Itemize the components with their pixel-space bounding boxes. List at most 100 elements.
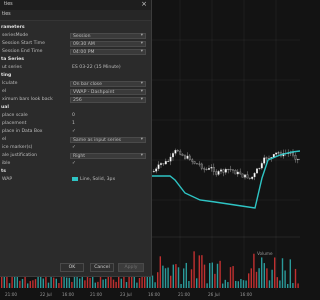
candle-body [174,150,177,154]
x-axis-tick-label: 21:00 [90,292,103,297]
property-value[interactable]: ES 03-22 (15 Minute) [72,65,121,70]
property-row[interactable]: placement 1 [0,120,151,128]
candle-body [251,176,254,179]
volume-bar [27,283,29,288]
property-dropdown[interactable]: Right ▾ [70,152,146,159]
property-row[interactable]: place in Data Box ✓ [0,128,151,136]
volume-bar [216,263,219,288]
property-row[interactable]: ice marker(s) ✓ [0,144,151,152]
chevron-down-icon[interactable]: ▾ [141,97,143,102]
ok-button[interactable]: OK [60,263,84,272]
candle-body [227,168,230,170]
chevron-down-icon[interactable]: ▾ [141,49,143,54]
candle-body [196,163,198,165]
close-icon[interactable]: × [141,0,147,8]
candle-body [234,170,237,175]
candle-body [263,157,266,164]
candle-body [241,173,244,178]
x-axis-tick-label: 21:00 [5,292,18,297]
volume-panel-label: Volume [257,251,273,256]
volume-bar [258,268,260,288]
volume-bar [21,278,24,288]
apply-button[interactable]: Apply [118,263,144,272]
indicator-properties-dialog[interactable]: ties × ties rameters seriesMode Session ▾ Se… [0,0,152,277]
volume-bar [76,275,78,288]
volume-bar [266,268,268,288]
volume-bar [237,281,239,288]
properties-grid[interactable]: rameters seriesMode Session ▾ Session Start … [0,24,151,184]
candle-body [200,163,203,169]
candle-body [217,171,220,175]
candle-body [212,167,215,172]
x-axis-tick-label: 26 Jul [208,292,220,297]
property-row[interactable]: lculate On bar close ▾ [0,80,151,88]
property-row[interactable]: el Same as input series ▾ [0,136,151,144]
property-value[interactable]: ✓ [72,161,76,166]
chevron-down-icon[interactable]: ▾ [141,137,143,142]
property-dropdown[interactable]: On bar close ▾ [70,80,146,87]
candle-body [244,174,246,178]
property-dropdown[interactable]: Session ▾ [70,32,146,39]
volume-bar [102,279,104,288]
cancel-button[interactable]: Cancel [90,263,114,272]
property-row[interactable]: Session End Time 04:00 PM ▾ [0,48,151,56]
candle-body [275,152,278,155]
volume-bar [42,278,44,288]
property-row[interactable]: ible ✓ [0,160,151,168]
property-label: Session Start Time [2,41,45,46]
volume-bar [294,268,297,288]
volume-bar [263,263,265,288]
property-row[interactable]: WAP Line, Solid, 3px [0,176,151,184]
property-dropdown[interactable]: Same as input series ▾ [70,136,146,143]
candle-body [179,150,182,155]
property-value[interactable]: 1 [72,121,75,126]
property-label: el [2,89,7,94]
volume-bar [229,267,232,288]
candle-body [239,171,242,175]
property-row[interactable]: ut series ES 03-22 (15 Minute) [0,64,151,72]
chevron-down-icon[interactable]: ▾ [141,81,143,86]
candle-body [258,167,261,169]
volume-bar [284,270,286,288]
volume-bar [222,283,224,288]
property-row[interactable]: ximum bars look back 256 ▾ [0,96,151,104]
chevron-down-icon[interactable]: ▾ [141,89,143,94]
property-value[interactable]: ✓ [72,145,76,150]
volume-bar [261,257,263,288]
volume-bar [211,262,213,288]
property-row[interactable]: ale justification Right ▾ [0,152,151,160]
candle-body [184,155,186,159]
volume-bar [227,282,229,288]
x-axis-tick-label: 22 Jul [40,292,52,297]
volume-bar [240,278,242,288]
property-dropdown[interactable]: 256 ▾ [70,96,146,103]
volume-bar [242,280,245,288]
property-row[interactable]: Session Start Time 09:30 AM ▾ [0,40,151,48]
property-value[interactable]: 0 [72,113,75,118]
color-swatch[interactable] [72,177,78,181]
volume-bar [138,277,141,288]
property-row[interactable]: seriesMode Session ▾ [0,32,151,40]
chevron-down-icon[interactable]: ▾ [141,41,143,46]
volume-bar [287,283,289,288]
property-row[interactable]: place scale 0 [0,112,151,120]
volume-bar [60,276,63,288]
volume-bar [167,267,169,288]
property-value: Line, Solid, 3px [80,177,116,182]
x-axis-tick-label: 23 Jul [120,292,132,297]
properties-header: ties [0,10,151,21]
property-label: place in Data Box [2,129,43,134]
property-row[interactable]: el VWAP - Dashpoint ▾ [0,88,151,96]
candle-body [152,171,155,173]
volume-bar [248,273,250,288]
property-dropdown[interactable]: 04:00 PM ▾ [70,48,146,55]
chevron-down-icon[interactable]: ▾ [141,33,143,38]
volume-bar [66,277,68,288]
volume-bar [292,283,294,288]
volume-bar [50,276,52,288]
chevron-down-icon[interactable]: ▾ [141,153,143,158]
property-dropdown[interactable]: 09:30 AM ▾ [70,40,146,47]
candle-body [210,167,213,169]
property-dropdown[interactable]: VWAP - Dashpoint ▾ [70,88,146,95]
property-value[interactable]: ✓ [72,129,76,134]
